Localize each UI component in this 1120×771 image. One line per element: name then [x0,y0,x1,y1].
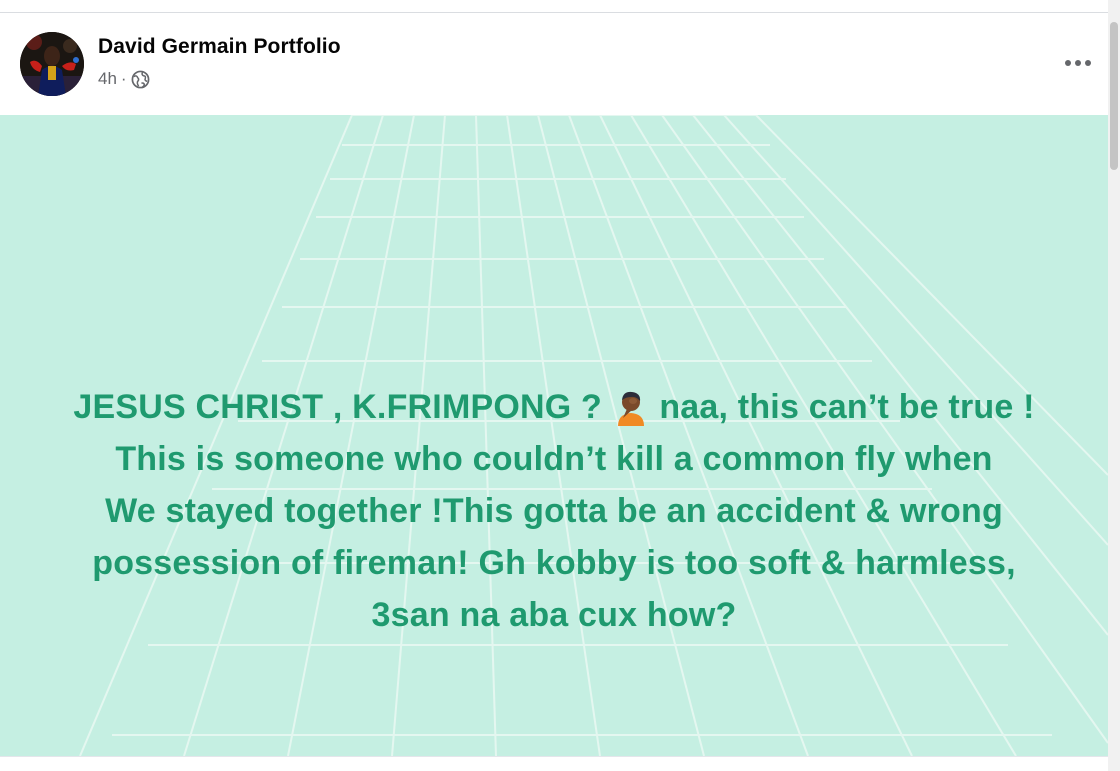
post-time[interactable]: 4h [98,69,117,89]
author-name[interactable]: David Germain Portfolio [98,35,341,59]
post-header: David Germain Portfolio 4h · [0,13,1108,115]
post-line-3: We stayed together !This gotta be an acc… [105,492,1003,530]
more-options-button[interactable] [1056,45,1100,81]
scrollbar-thumb[interactable] [1110,22,1118,170]
facebook-post-frame: David Germain Portfolio 4h · JESUS CHRIS… [0,0,1120,771]
avatar-image [20,32,84,96]
vertical-scrollbar[interactable] [1108,0,1120,771]
post-line-1: JESUS CHRIST , K.FRIMPONG ? naa, this ca… [40,381,1068,433]
post-line-5: 3san na aba cux how? [371,596,737,634]
post-message: JESUS CHRIST , K.FRIMPONG ? naa, this ca… [40,381,1068,641]
post-line-2: This is someone who couldn’t kill a comm… [115,440,993,478]
globe-icon[interactable] [131,70,150,89]
post-text-segment: naa, this can’t be true ! [659,388,1035,426]
text-post-background: JESUS CHRIST , K.FRIMPONG ? naa, this ca… [0,115,1108,756]
post-line-4: possession of fireman! Gh kobby is too s… [92,544,1016,582]
meta-separator: · [120,69,127,88]
more-horizontal-icon [1065,60,1091,66]
post-footer-edge [0,756,1108,771]
top-divider [0,0,1108,13]
author-avatar[interactable] [20,32,84,96]
post-text-segment: JESUS CHRIST , K.FRIMPONG ? [73,388,603,426]
face-palm-person-emoji [614,388,648,426]
post-meta: 4h · [98,69,150,89]
